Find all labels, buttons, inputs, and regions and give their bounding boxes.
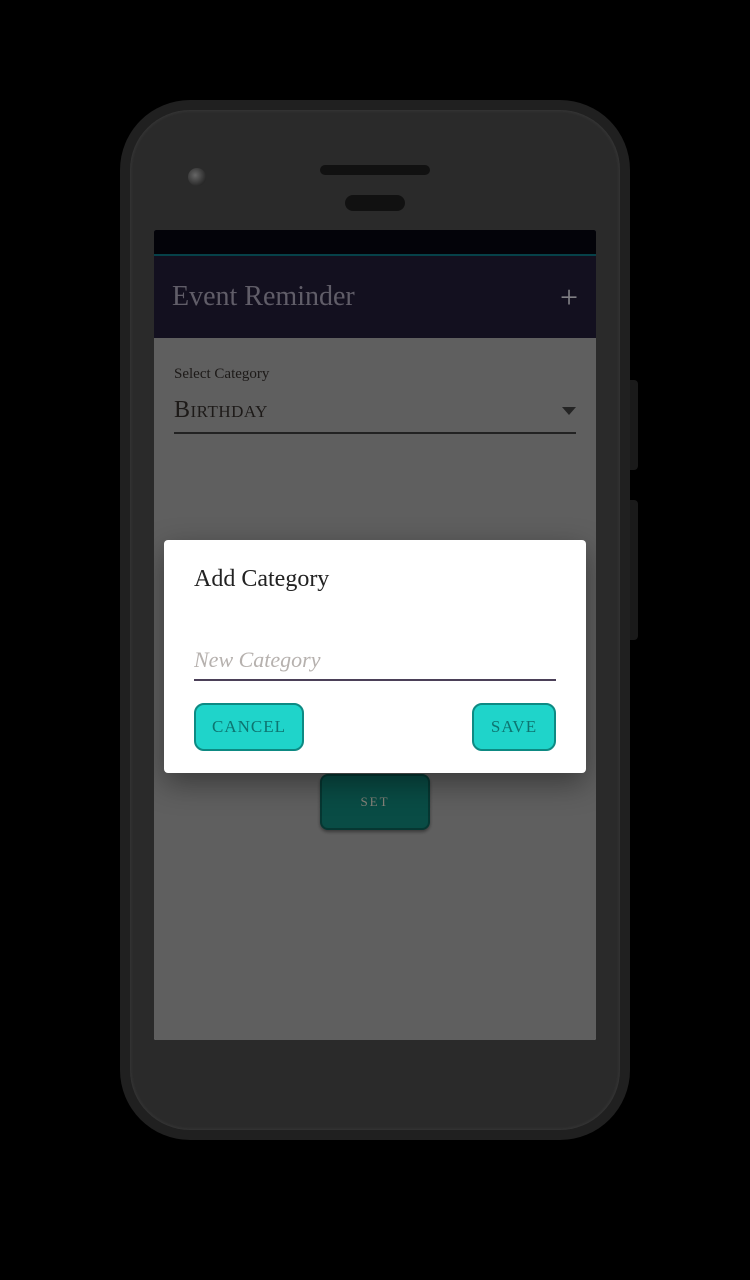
screen: Event Reminder + Select Category Birthda… <box>154 230 596 1040</box>
front-camera <box>188 168 206 186</box>
save-button[interactable]: SAVE <box>472 703 556 751</box>
new-category-input[interactable] <box>194 643 556 681</box>
cancel-button[interactable]: CANCEL <box>194 703 304 751</box>
phone-frame: Event Reminder + Select Category Birthda… <box>120 100 630 1140</box>
power-button <box>630 380 638 470</box>
proximity-sensor <box>345 195 405 211</box>
dialog-title: Add Category <box>194 566 556 593</box>
dialog-actions: CANCEL SAVE <box>194 703 556 751</box>
phone-bezel: Event Reminder + Select Category Birthda… <box>130 110 620 1130</box>
volume-button <box>630 500 638 640</box>
speaker-grille <box>320 165 430 175</box>
add-category-dialog: Add Category CANCEL SAVE <box>164 540 586 773</box>
